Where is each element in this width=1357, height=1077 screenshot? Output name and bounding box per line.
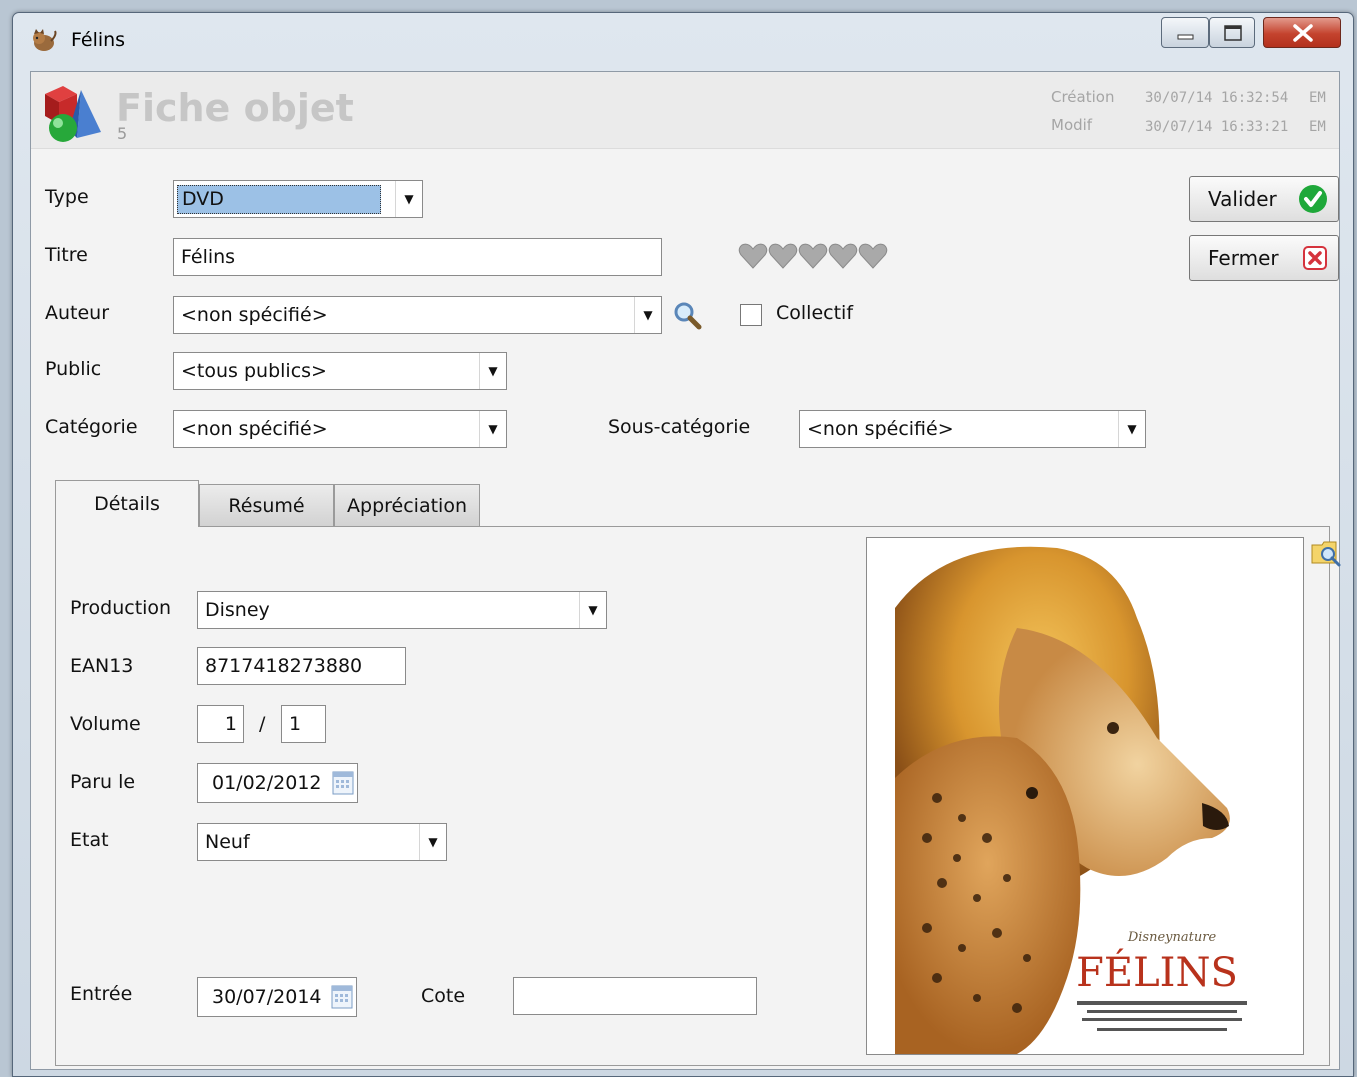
- souscategorie-value: <non spécifié>: [807, 418, 954, 440]
- header-band: Fiche objet 5 Création 30/07/14 16:32:54…: [31, 72, 1339, 149]
- fermer-button[interactable]: Fermer: [1189, 235, 1339, 281]
- entree-label: Entrée: [70, 983, 133, 1005]
- chevron-down-icon: ▼: [634, 297, 661, 333]
- etat-value: Neuf: [205, 831, 250, 853]
- souscategorie-select[interactable]: <non spécifié> ▼: [799, 410, 1146, 448]
- modif-label: Modif: [1051, 116, 1093, 134]
- public-value: <tous publics>: [181, 360, 327, 382]
- heart-icon[interactable]: [738, 242, 768, 270]
- valider-label: Valider: [1208, 187, 1277, 211]
- chevron-down-icon: ▼: [1118, 411, 1145, 447]
- volume-separator: /: [259, 713, 266, 735]
- close-icon: [1293, 24, 1313, 42]
- entree-date-input[interactable]: 30/07/2014: [197, 977, 357, 1017]
- etat-select[interactable]: Neuf ▼: [197, 823, 447, 861]
- cote-label: Cote: [421, 985, 466, 1007]
- heart-icon[interactable]: [798, 242, 828, 270]
- minimize-button[interactable]: [1161, 17, 1209, 48]
- public-select[interactable]: <tous publics> ▼: [173, 352, 507, 390]
- tab-details[interactable]: Détails: [55, 480, 199, 527]
- creation-label: Création: [1051, 88, 1115, 106]
- modif-user: EM: [1309, 119, 1326, 135]
- modif-timestamp: 30/07/14 16:33:21: [1145, 119, 1289, 135]
- window-title: Félins: [71, 29, 126, 51]
- collectif-checkbox[interactable]: [740, 304, 762, 326]
- volume-total-value: 1: [289, 713, 302, 735]
- production-value: Disney: [205, 599, 270, 621]
- titre-input[interactable]: Félins: [173, 238, 662, 276]
- auteur-value: <non spécifié>: [181, 304, 328, 326]
- volume-number-value: 1: [224, 713, 237, 735]
- volume-label: Volume: [70, 713, 141, 735]
- tab-resume[interactable]: Résumé: [199, 484, 334, 526]
- chevron-down-icon: ▼: [395, 181, 422, 217]
- title-bar[interactable]: Félins: [13, 13, 1353, 68]
- minimize-icon: [1177, 34, 1194, 40]
- ean13-value: 8717418273880: [205, 655, 363, 677]
- chevron-down-icon: ▼: [579, 592, 606, 628]
- cover-image: Disneynature FÉLINS: [866, 537, 1304, 1055]
- cote-input[interactable]: [513, 977, 757, 1015]
- application-window: Félins Fiche objet 5 Création 30/07/14 1…: [12, 12, 1354, 1077]
- calendar-icon[interactable]: [332, 769, 354, 795]
- record-id: 5: [117, 124, 128, 143]
- poster-title: FÉLINS: [1076, 949, 1238, 996]
- heart-icon[interactable]: [768, 242, 798, 270]
- parule-date-input[interactable]: 01/02/2012: [197, 763, 358, 803]
- fermer-label: Fermer: [1208, 246, 1279, 270]
- categorie-value: <non spécifié>: [181, 418, 328, 440]
- collectif-label: Collectif: [776, 302, 854, 324]
- cancel-icon: [1303, 246, 1327, 270]
- titre-value: Félins: [181, 246, 236, 268]
- entree-value: 30/07/2014: [212, 986, 322, 1008]
- souscategorie-label: Sous-catégorie: [608, 416, 751, 438]
- parule-label: Paru le: [70, 771, 136, 793]
- tab-appreciation[interactable]: Appréciation: [334, 484, 480, 526]
- heart-icon[interactable]: [828, 242, 858, 270]
- chevron-down-icon: ▼: [419, 824, 446, 860]
- maximize-icon: [1224, 25, 1242, 41]
- lion-cheetah-poster: Disneynature FÉLINS: [867, 538, 1303, 1054]
- ean13-input[interactable]: 8717418273880: [197, 647, 406, 685]
- volume-number-input[interactable]: 1: [197, 705, 244, 743]
- image-preview-icon[interactable]: [1310, 539, 1342, 567]
- object-logo-icon: [45, 86, 101, 142]
- heart-icon[interactable]: [858, 242, 888, 270]
- volume-total-input[interactable]: 1: [281, 705, 326, 743]
- maximize-button[interactable]: [1209, 17, 1255, 48]
- chevron-down-icon: ▼: [479, 353, 506, 389]
- parule-value: 01/02/2012: [212, 772, 322, 794]
- ean13-label: EAN13: [70, 655, 134, 677]
- calendar-icon[interactable]: [331, 983, 353, 1009]
- type-label: Type: [45, 186, 89, 208]
- auteur-label: Auteur: [45, 302, 110, 324]
- close-window-button[interactable]: [1263, 17, 1341, 48]
- page-title: Fiche objet: [116, 86, 354, 130]
- titre-label: Titre: [45, 244, 88, 266]
- rating-hearts[interactable]: [738, 242, 890, 272]
- categorie-select[interactable]: <non spécifié> ▼: [173, 410, 507, 448]
- production-label: Production: [70, 597, 172, 619]
- details-panel: Production Disney ▼ EAN13 8717418273880 …: [55, 526, 1341, 1066]
- poster-studio: Disneynature: [1127, 930, 1217, 945]
- etat-label: Etat: [70, 829, 109, 851]
- type-value: DVD: [177, 184, 381, 214]
- creation-user: EM: [1309, 90, 1326, 106]
- production-select[interactable]: Disney ▼: [197, 591, 607, 629]
- creation-timestamp: 30/07/14 16:32:54: [1145, 90, 1289, 106]
- auteur-select[interactable]: <non spécifié> ▼: [173, 296, 662, 334]
- chevron-down-icon: ▼: [479, 411, 506, 447]
- check-icon: [1299, 185, 1327, 213]
- type-select[interactable]: DVD ▼: [173, 180, 423, 218]
- valider-button[interactable]: Valider: [1189, 176, 1339, 222]
- tab-details-label: Détails: [94, 493, 160, 515]
- tab-appreciation-label: Appréciation: [347, 494, 467, 517]
- categorie-label: Catégorie: [45, 416, 138, 438]
- form-client-area: Fiche objet 5 Création 30/07/14 16:32:54…: [30, 71, 1341, 1070]
- tab-resume-label: Résumé: [228, 494, 305, 517]
- public-label: Public: [45, 358, 102, 380]
- app-cat-icon: [33, 29, 57, 51]
- search-icon[interactable]: [672, 300, 702, 330]
